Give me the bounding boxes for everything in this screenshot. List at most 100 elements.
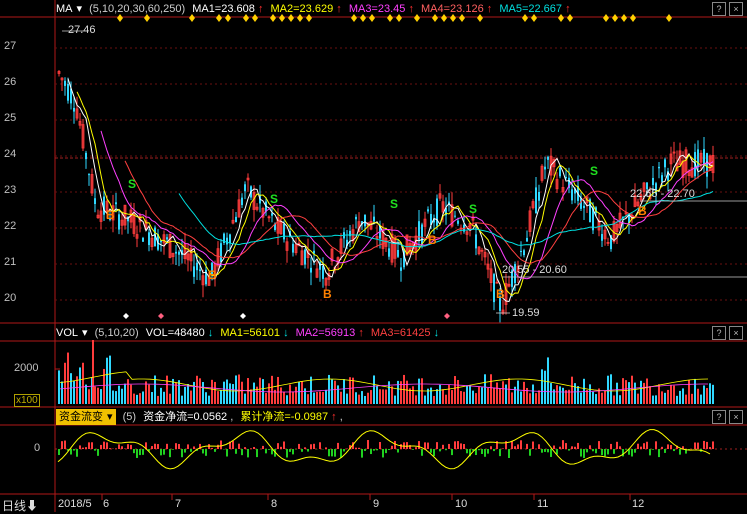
flow-bar	[319, 442, 321, 449]
flow-bar	[364, 449, 366, 451]
volume-bar	[307, 394, 309, 404]
flow-bar	[331, 449, 333, 456]
flow-menu[interactable]: 资金流变▾	[56, 409, 116, 425]
vol-ma3: MA3=61425	[371, 325, 431, 341]
volume-bar	[232, 384, 234, 404]
volume-bar	[685, 395, 687, 404]
flow-bar	[337, 443, 339, 449]
period-label: 日线	[2, 499, 26, 513]
flow-bar	[604, 449, 606, 456]
flow-bar	[64, 441, 66, 449]
close-button[interactable]: ×	[729, 326, 743, 340]
candle-body	[697, 149, 699, 167]
volume-bar	[121, 389, 123, 404]
volume-bar	[493, 387, 495, 404]
flow-bar	[547, 449, 549, 452]
volume-bar	[442, 389, 444, 404]
flow-bar	[616, 442, 618, 449]
volume-bar	[445, 395, 447, 404]
period-selector[interactable]: 日线⬇	[2, 497, 38, 514]
flow-bar	[262, 446, 264, 449]
flow-bar	[430, 449, 432, 453]
flow-bar	[511, 441, 513, 449]
flow-bar	[373, 449, 375, 451]
volume-bar	[100, 389, 102, 404]
volume-bar	[610, 374, 612, 404]
volume-bar	[214, 382, 216, 404]
flow-bar	[610, 444, 612, 449]
candle-body	[580, 198, 582, 209]
flow-bar	[343, 449, 345, 451]
flow-bar	[118, 444, 120, 449]
volume-bar	[499, 388, 501, 404]
flow-bar	[502, 448, 504, 449]
flow-bar	[412, 449, 414, 450]
volume-bar	[223, 382, 225, 404]
help-button[interactable]: ?	[712, 326, 726, 340]
flow-bar	[574, 447, 576, 449]
flow-bar	[397, 449, 399, 453]
flow-bar	[703, 441, 705, 449]
price-tick-27: 27	[4, 40, 16, 52]
volume-bar	[136, 395, 138, 404]
flow-bar	[568, 449, 570, 451]
vol-ma2-arrow: ↑	[358, 325, 364, 341]
volume-bar	[529, 393, 531, 404]
volume-bar	[130, 385, 132, 404]
candle-body	[241, 198, 243, 205]
flow-bar	[181, 449, 183, 457]
volume-bar	[574, 383, 576, 404]
flow-bar	[658, 449, 660, 457]
volume-bar	[451, 390, 453, 404]
volume-bar	[331, 380, 333, 404]
candle-body	[538, 192, 540, 201]
stock-chart[interactable]	[0, 0, 747, 512]
vol-menu[interactable]: VOL▾	[56, 325, 88, 341]
close-button[interactable]: ×	[729, 2, 743, 16]
candle-body	[706, 153, 708, 177]
volume-bar	[691, 394, 693, 404]
volume-bar	[592, 392, 594, 404]
ma2-arrow: ↑	[336, 1, 342, 17]
candle-body	[73, 108, 75, 112]
volume-bar	[586, 390, 588, 404]
volume-bar	[457, 380, 459, 404]
volume-bar	[391, 386, 393, 404]
flow-bar	[694, 442, 696, 449]
volume-bar	[679, 391, 681, 404]
volume-bar	[115, 391, 117, 404]
volume-bar	[58, 370, 60, 404]
sell-marker: S	[270, 192, 278, 206]
flow-bar	[586, 449, 588, 452]
volume-bar	[628, 382, 630, 404]
candle-body	[148, 232, 150, 245]
candle-body	[196, 263, 198, 271]
candle-body	[559, 168, 561, 176]
ma3-arrow: ↑	[408, 1, 414, 17]
ma4-arrow: ↑	[487, 1, 493, 17]
flow-bar	[100, 445, 102, 449]
ma1-line	[68, 79, 713, 302]
buy-marker: B	[323, 287, 332, 301]
price-tick-21: 21	[4, 256, 16, 268]
flow-bar	[313, 444, 315, 449]
flow-bar	[193, 446, 195, 449]
flow-bar	[238, 444, 240, 449]
volume-bar	[532, 384, 534, 404]
help-button[interactable]: ?	[712, 2, 726, 16]
flow-bar	[187, 444, 189, 449]
candle-body	[292, 244, 294, 253]
flow-bar	[388, 449, 390, 450]
volume-bar	[301, 381, 303, 404]
help-button[interactable]: ?	[712, 410, 726, 424]
ma-menu[interactable]: MA▾	[56, 1, 82, 17]
volume-bar	[394, 396, 396, 404]
flow-bar	[385, 449, 387, 453]
flow-bar	[142, 449, 144, 455]
close-button[interactable]: ×	[729, 410, 743, 424]
candle-body	[601, 234, 603, 241]
flow-bar	[487, 449, 489, 454]
volume-bar	[286, 395, 288, 404]
flow-bar	[88, 442, 90, 449]
volume-bar	[118, 386, 120, 404]
